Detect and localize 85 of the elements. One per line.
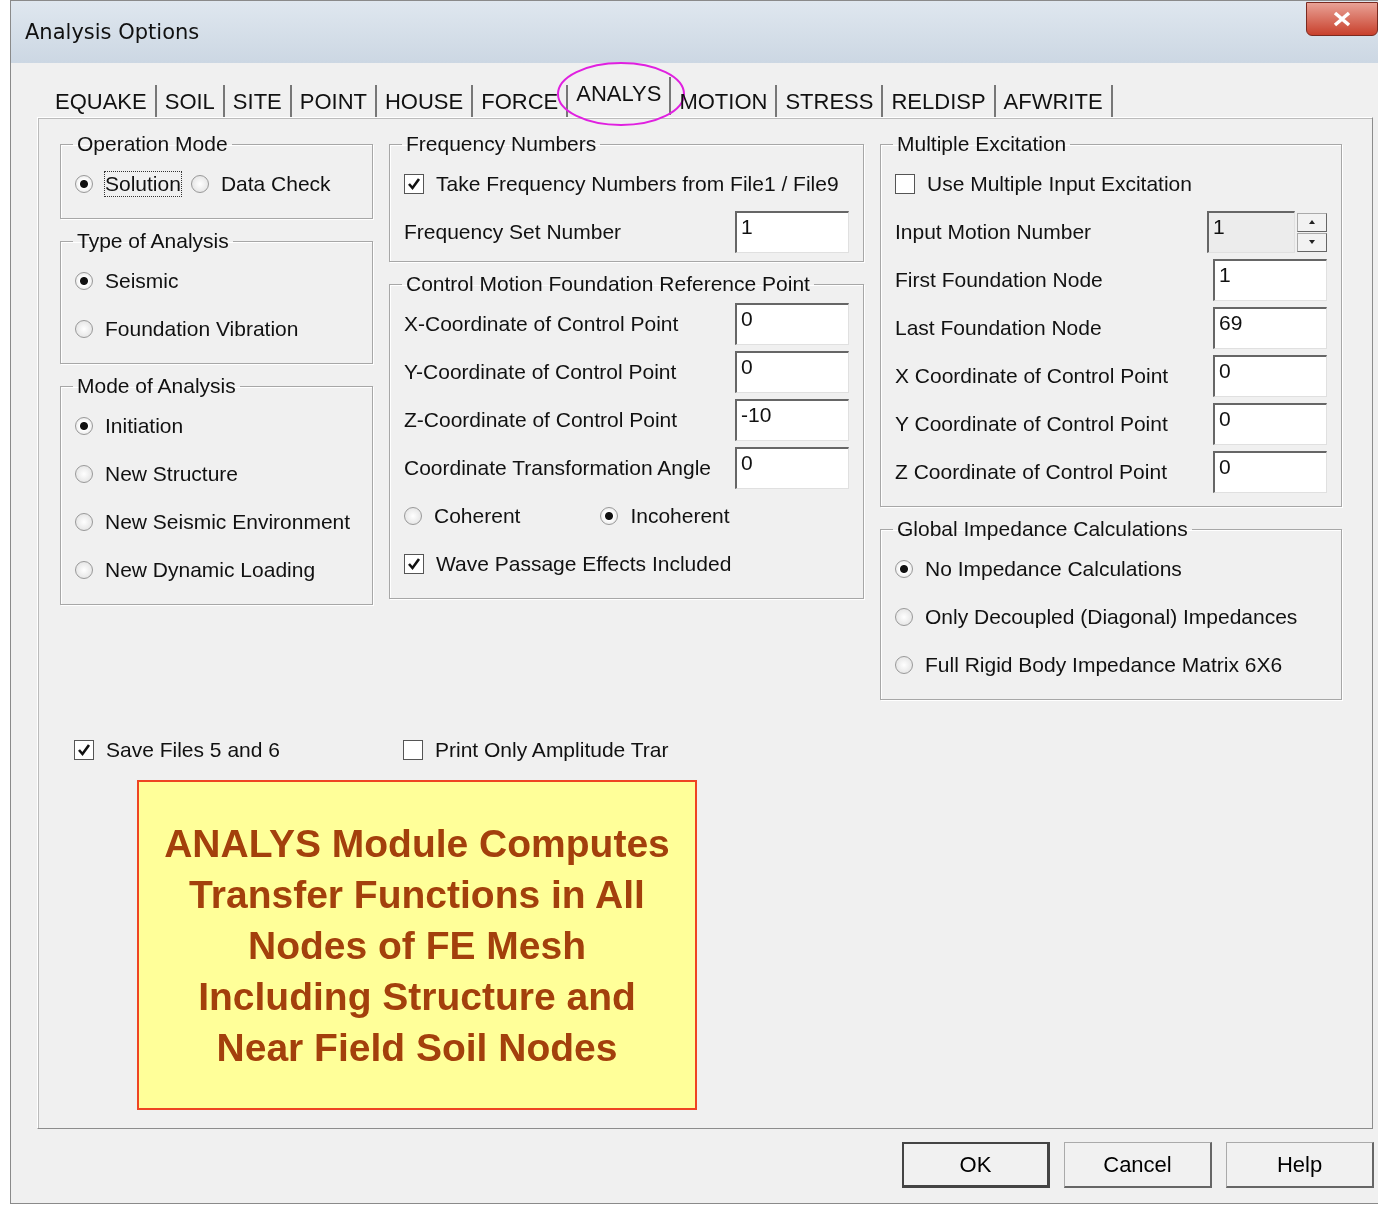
down-arrow-icon — [1309, 240, 1315, 244]
close-icon — [1332, 11, 1352, 27]
spin-down-button[interactable] — [1297, 232, 1327, 252]
checkbox-label: Wave Passage Effects Included — [436, 552, 732, 576]
checkbox[interactable] — [895, 174, 915, 194]
field-label: Z-Coordinate of Control Point — [404, 408, 678, 432]
field-label: X Coordinate of Control Point — [895, 364, 1169, 388]
radio-button[interactable] — [75, 272, 93, 290]
input-field[interactable]: 0 — [1213, 355, 1327, 397]
tab[interactable]: HOUSE — [379, 85, 474, 117]
radio-label: Full Rigid Body Impedance Matrix 6X6 — [925, 653, 1283, 677]
input-field[interactable]: 0 — [1213, 451, 1327, 493]
tab[interactable]: SOIL — [158, 85, 225, 117]
field-label: X-Coordinate of Control Point — [404, 312, 679, 336]
checkbox-label: Save Files 5 and 6 — [106, 738, 280, 762]
tab[interactable]: POINT — [293, 85, 377, 117]
field-label: Y Coordinate of Control Point — [895, 412, 1168, 436]
group-title: Operation Mode — [76, 132, 229, 156]
dialog-button[interactable]: OK — [902, 1142, 1050, 1188]
group-title: Frequency Numbers — [405, 132, 598, 156]
radio-button[interactable] — [75, 561, 93, 579]
field-label: Input Motion Number — [895, 220, 1092, 244]
radio-label: Coherent — [434, 504, 521, 528]
window-title: Analysis Options — [25, 20, 200, 44]
tab[interactable]: MOTION — [673, 85, 778, 117]
tab[interactable]: AFWRITE — [997, 85, 1113, 117]
radio-button[interactable] — [75, 175, 93, 193]
tab[interactable]: SITE — [226, 85, 292, 117]
callout-text: ANALYS Module Computes Transfer Functions in All Nodes of FE Mesh Including Structure and Near Field Soil Nodes — [163, 820, 671, 1071]
radio-label: Foundation Vibration — [105, 317, 299, 341]
checkbox[interactable] — [404, 554, 424, 574]
field-label: Frequency Set Number — [404, 220, 622, 244]
field-label: First Foundation Node — [895, 268, 1103, 292]
spin-up-button[interactable] — [1297, 212, 1327, 232]
radio-button[interactable] — [75, 320, 93, 338]
checkbox-label: Use Multiple Input Excitation — [927, 172, 1192, 196]
radio-label: Data Check — [220, 172, 331, 196]
field-label: Last Foundation Node — [895, 316, 1102, 340]
checkbox-label: Print Only Amplitude Trar — [435, 738, 669, 762]
checkbox-label: Take Frequency Numbers from File1 / File9 — [436, 172, 839, 196]
close-button[interactable] — [1306, 2, 1378, 36]
tab[interactable]: FORCE — [475, 85, 569, 117]
radio-label: New Structure — [105, 462, 239, 486]
checkbox[interactable] — [403, 740, 423, 760]
input-field[interactable]: 0 — [735, 351, 849, 393]
tab[interactable]: STRESS — [779, 85, 884, 117]
radio-button[interactable] — [895, 608, 913, 626]
radio-button[interactable] — [895, 656, 913, 674]
input-field[interactable]: 1 — [1213, 259, 1327, 301]
field-label: Coordinate Transformation Angle — [404, 456, 711, 480]
radio-button[interactable] — [75, 465, 93, 483]
tab[interactable]: RELDISP — [885, 85, 996, 117]
dialog-button[interactable]: Cancel — [1064, 1142, 1212, 1188]
radio-label: New Seismic Environment — [105, 510, 351, 534]
radio-button[interactable] — [404, 507, 422, 525]
radio-label: No Impedance Calculations — [925, 557, 1182, 581]
dialog-button[interactable]: Help — [1226, 1142, 1374, 1188]
input-field[interactable]: 0 — [1213, 403, 1327, 445]
radio-label: Solution — [105, 172, 181, 196]
field-label: Y-Coordinate of Control Point — [404, 360, 677, 384]
group-title: Type of Analysis — [76, 229, 230, 253]
group-title: Mode of Analysis — [76, 374, 237, 398]
input-field[interactable]: 0 — [735, 303, 849, 345]
radio-label: Incoherent — [630, 504, 730, 528]
group-title: Multiple Excitation — [896, 132, 1068, 156]
tab[interactable]: EQUAKE — [49, 85, 157, 117]
radio-label: Seismic — [105, 269, 179, 293]
radio-button[interactable] — [75, 417, 93, 435]
input-field[interactable]: -10 — [735, 399, 849, 441]
radio-label: Initiation — [105, 414, 184, 438]
checkbox[interactable] — [404, 174, 424, 194]
radio-button[interactable] — [75, 513, 93, 531]
input-field[interactable]: 0 — [735, 447, 849, 489]
up-arrow-icon — [1309, 220, 1315, 224]
radio-button[interactable] — [190, 175, 209, 193]
field-label: Z Coordinate of Control Point — [895, 460, 1167, 484]
radio-label: New Dynamic Loading — [105, 558, 316, 582]
input-field[interactable]: 69 — [1213, 307, 1327, 349]
input-field[interactable]: 1 — [735, 211, 849, 253]
group-title: Global Impedance Calculations — [896, 517, 1189, 541]
radio-button[interactable] — [600, 507, 619, 525]
checkbox[interactable] — [74, 740, 94, 760]
radio-label: Only Decoupled (Diagonal) Impedances — [925, 605, 1298, 629]
group-title: Control Motion Foundation Reference Point — [405, 272, 811, 296]
radio-button[interactable] — [895, 560, 913, 578]
